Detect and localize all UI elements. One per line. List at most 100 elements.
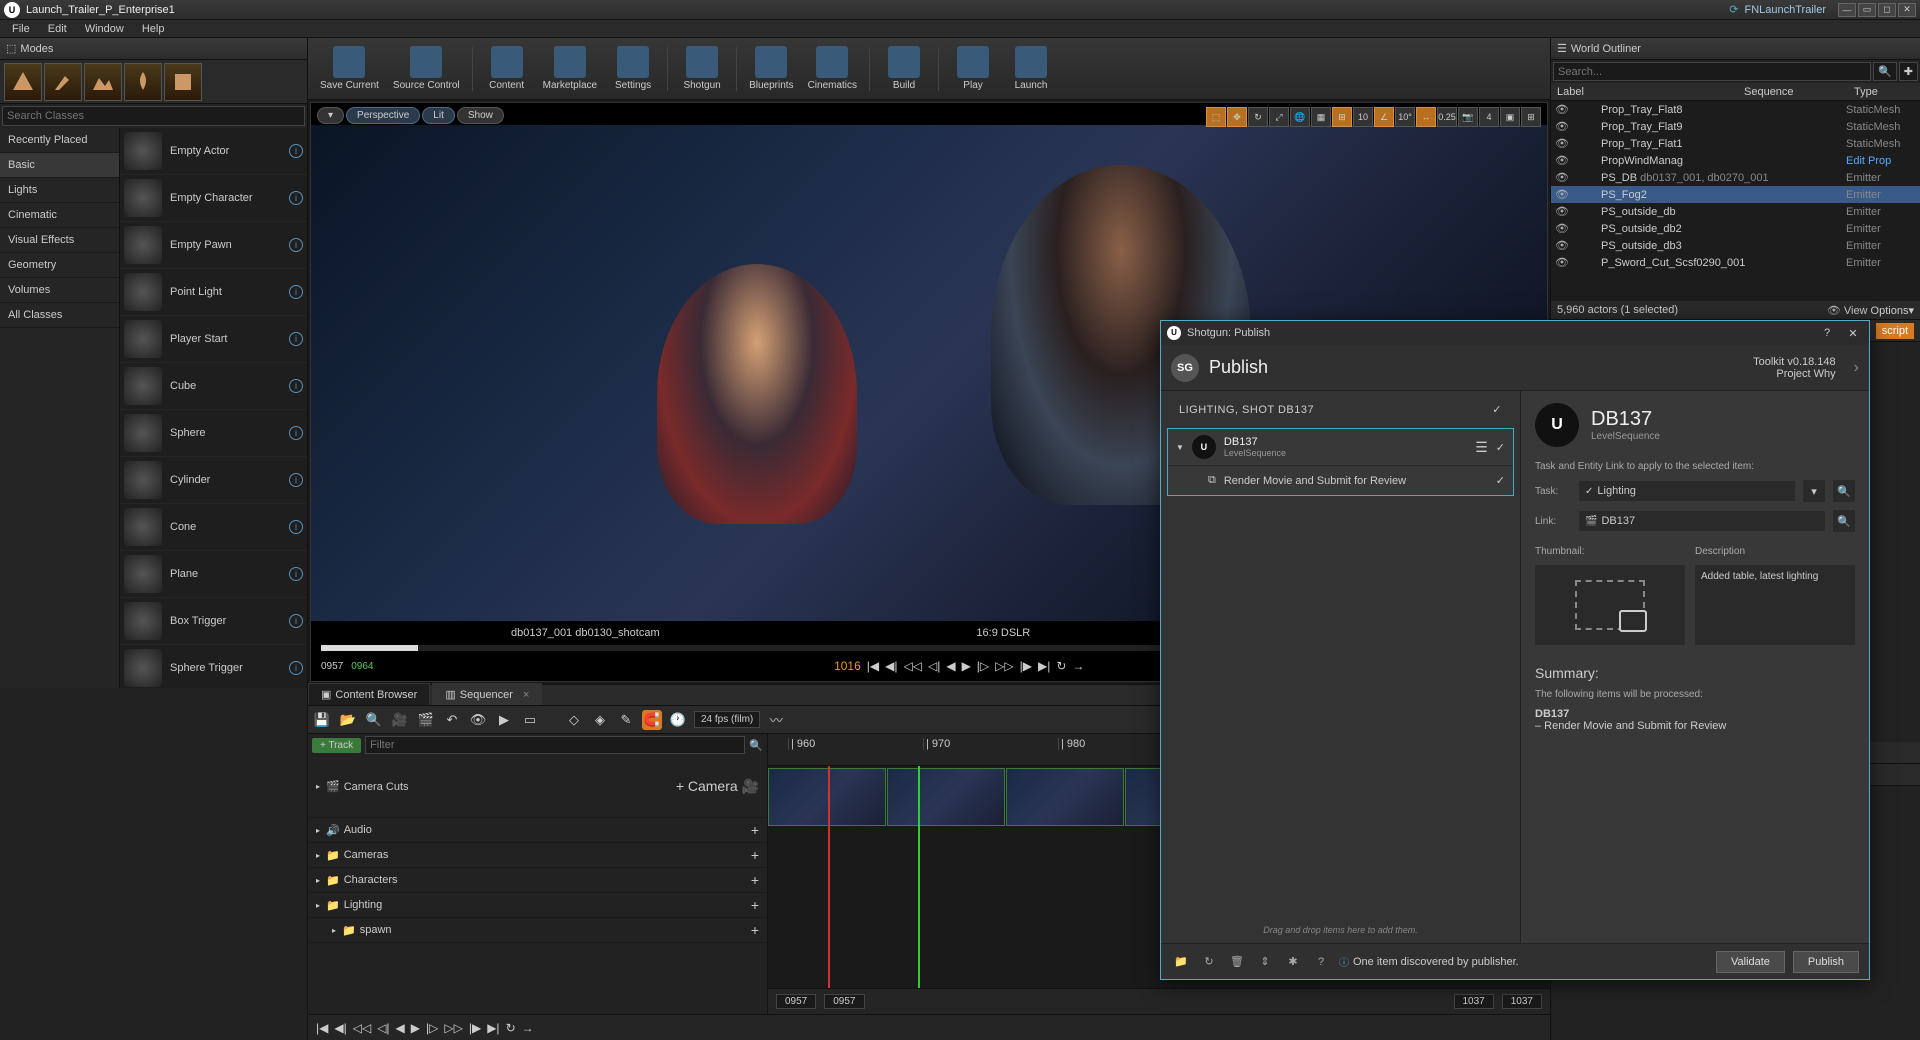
- mode-landscape-icon[interactable]: [84, 63, 122, 101]
- add-key-button[interactable]: +: [751, 872, 759, 888]
- mode-foliage-icon[interactable]: [124, 63, 162, 101]
- outliner-row[interactable]: 👁PropWindManagEdit Prop: [1551, 152, 1920, 169]
- prev-key-icon[interactable]: ◀|: [885, 659, 897, 673]
- col-type[interactable]: Type: [1854, 86, 1914, 98]
- toolbar-play-button[interactable]: Play: [945, 41, 1001, 97]
- task-dropdown-icon[interactable]: ▾: [1803, 480, 1825, 502]
- seq-prev-key-icon[interactable]: ◀|: [334, 1021, 346, 1035]
- actor-item[interactable]: Planei: [120, 551, 307, 598]
- seq-prev-frame-icon[interactable]: ◁|: [377, 1021, 389, 1035]
- restore-button[interactable]: ▭: [1858, 3, 1876, 17]
- info-icon[interactable]: i: [289, 661, 303, 675]
- info-icon[interactable]: i: [289, 426, 303, 440]
- curve-edit-icon[interactable]: ✎: [616, 710, 636, 730]
- link-field[interactable]: 🎬 DB137: [1579, 511, 1825, 531]
- find-in-cb-icon[interactable]: 📂: [338, 710, 358, 730]
- seq-range-icon[interactable]: →: [522, 1021, 534, 1035]
- seq-next-frame-icon[interactable]: |▷: [426, 1021, 438, 1035]
- outliner-search-icon[interactable]: 🔍: [1873, 62, 1897, 81]
- mode-paint-icon[interactable]: [44, 63, 82, 101]
- publish-button[interactable]: Publish: [1793, 951, 1859, 973]
- context-check-icon[interactable]: ✓: [1492, 403, 1502, 416]
- range-start-marker[interactable]: [828, 766, 830, 994]
- tab-content-browser[interactable]: ▣ Content Browser: [308, 683, 430, 705]
- autokey-icon[interactable]: ◈: [590, 710, 610, 730]
- sync-icon[interactable]: ⟳: [1729, 3, 1738, 16]
- menu-edit[interactable]: Edit: [40, 21, 75, 37]
- time-icon[interactable]: 🕐: [668, 710, 688, 730]
- seq-next-key-icon[interactable]: |▶: [469, 1021, 481, 1035]
- expand-icon[interactable]: ▸: [316, 876, 320, 885]
- cat-recent[interactable]: Recently Placed: [0, 128, 119, 153]
- next-key-icon[interactable]: |▶: [1020, 659, 1032, 673]
- loop-icon[interactable]: ↻: [1056, 659, 1066, 673]
- actor-item[interactable]: Empty Actori: [120, 128, 307, 175]
- menu-window[interactable]: Window: [77, 21, 132, 37]
- camera-speed-icon[interactable]: 📷: [1458, 107, 1478, 127]
- browse-icon[interactable]: 📁: [1171, 952, 1191, 972]
- seq-step-fwd-icon[interactable]: ▷▷: [444, 1021, 462, 1035]
- seq-frame-b[interactable]: 0957: [824, 994, 864, 1009]
- modes-tab[interactable]: ⬚ Modes: [0, 38, 307, 60]
- toolbar-cinema-button[interactable]: Cinematics: [802, 41, 863, 97]
- save-seq-icon[interactable]: 💾: [312, 710, 332, 730]
- validate-button[interactable]: Validate: [1716, 951, 1785, 973]
- toolbar-shotgun-button[interactable]: Shotgun: [674, 41, 730, 97]
- visibility-icon[interactable]: 👁: [1555, 222, 1571, 235]
- coord-space-icon[interactable]: 🌐: [1290, 107, 1310, 127]
- track-row[interactable]: ▸🔊 Audio+: [308, 818, 767, 843]
- search-classes-input[interactable]: [7, 110, 300, 122]
- track-row[interactable]: ▸📁 Cameras+: [308, 843, 767, 868]
- visibility-icon[interactable]: 👁: [1555, 256, 1571, 269]
- actor-item[interactable]: Point Lighti: [120, 269, 307, 316]
- actor-item[interactable]: Box Triggeri: [120, 598, 307, 645]
- outliner-row[interactable]: 👁Prop_Tray_Flat9StaticMesh: [1551, 118, 1920, 135]
- visibility-icon[interactable]: 👁: [1555, 154, 1571, 167]
- render-icon[interactable]: 🎥: [390, 710, 410, 730]
- snap-icon[interactable]: 🧲: [642, 710, 662, 730]
- visibility-icon[interactable]: 👁: [1555, 171, 1571, 184]
- actor-item[interactable]: Empty Pawni: [120, 222, 307, 269]
- cat-vfx[interactable]: Visual Effects: [0, 228, 119, 253]
- outliner-row[interactable]: 👁PS_DB db0137_001, db0270_001Emitter: [1551, 169, 1920, 186]
- header-chevron-icon[interactable]: ›: [1854, 359, 1859, 377]
- next-frame-icon[interactable]: |▷: [977, 659, 989, 673]
- surface-snap-icon[interactable]: ▦: [1311, 107, 1331, 127]
- viewport-layout-icon[interactable]: ⊞: [1521, 107, 1541, 127]
- clapboard-icon[interactable]: 🎬: [416, 710, 436, 730]
- view-options-button[interactable]: 👁 View Options▾: [1827, 304, 1914, 317]
- outliner-row[interactable]: 👁PS_outside_dbEmitter: [1551, 203, 1920, 220]
- seq-goto-start-icon[interactable]: |◀: [316, 1021, 328, 1035]
- info-icon[interactable]: i: [289, 285, 303, 299]
- outliner-search-input[interactable]: [1553, 62, 1871, 81]
- cat-lights[interactable]: Lights: [0, 178, 119, 203]
- description-field[interactable]: Added table, latest lighting: [1695, 565, 1855, 645]
- item-menu-icon[interactable]: ☰: [1475, 439, 1488, 456]
- toolbar-blueprint-button[interactable]: Blueprints: [743, 41, 799, 97]
- info-icon[interactable]: i: [289, 144, 303, 158]
- outliner-row[interactable]: 👁PS_outside_db3Emitter: [1551, 237, 1920, 254]
- menu-file[interactable]: File: [4, 21, 38, 37]
- undo-seq-icon[interactable]: ↶: [442, 710, 462, 730]
- visibility-icon[interactable]: 👁: [1555, 120, 1571, 133]
- seq-goto-end-icon[interactable]: ▶|: [487, 1021, 499, 1035]
- outliner-tab[interactable]: ☰ World Outliner: [1551, 38, 1920, 60]
- expand-icon[interactable]: ▸: [316, 782, 320, 791]
- goto-end-icon[interactable]: ▶|: [1038, 659, 1050, 673]
- col-label[interactable]: Label: [1557, 86, 1744, 98]
- add-key-button[interactable]: +: [751, 897, 759, 913]
- seq-frame-a[interactable]: 0957: [776, 994, 816, 1009]
- track-row[interactable]: ▸📁 Lighting+: [308, 893, 767, 918]
- info-icon[interactable]: i: [289, 238, 303, 252]
- close-button[interactable]: ✕: [1898, 3, 1916, 17]
- task-search-icon[interactable]: 🔍: [1833, 480, 1855, 502]
- camera-speed-value[interactable]: 4: [1479, 107, 1499, 127]
- toolbar-save-button[interactable]: Save Current: [314, 41, 385, 97]
- item-expand-icon[interactable]: ▼: [1176, 443, 1184, 452]
- toolbar-build-button[interactable]: Build: [876, 41, 932, 97]
- info-icon[interactable]: i: [289, 332, 303, 346]
- col-sequence[interactable]: Sequence: [1744, 86, 1854, 98]
- scale-snap-icon[interactable]: ↔: [1416, 107, 1436, 127]
- help-footer-icon[interactable]: ?: [1311, 952, 1331, 972]
- link-search-icon[interactable]: 🔍: [1833, 510, 1855, 532]
